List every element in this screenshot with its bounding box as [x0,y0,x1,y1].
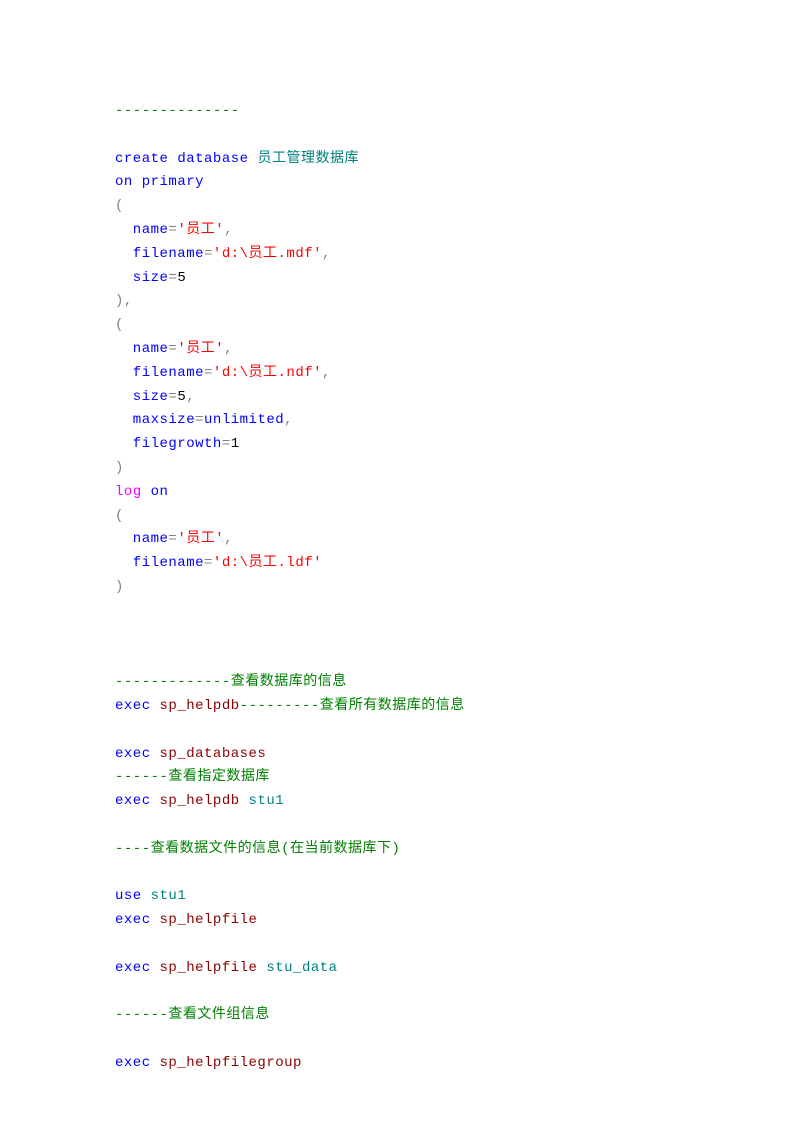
exec-databases-line: exec sp_databases [115,743,685,767]
use-stu1-line: use stu1 [115,885,685,909]
exec-helpfile-studata-line: exec sp_helpfile stu_data [115,957,685,981]
comment-dashes: -------------- [115,100,685,124]
paren-close-2: ) [115,457,685,481]
paren-open-3: ( [115,505,685,529]
filename-line-3: filename='d:\员工.ldf' [115,552,685,576]
paren-close-3: ) [115,576,685,600]
blank-line [115,814,685,838]
name-line-2: name='员工', [115,338,685,362]
filename-line-2: filename='d:\员工.ndf', [115,362,685,386]
on-primary-line: on primary [115,171,685,195]
exec-helpfile-line: exec sp_helpfile [115,909,685,933]
name-line-3: name='员工', [115,528,685,552]
size-line-2: size=5, [115,386,685,410]
blank-line [115,719,685,743]
code-page: -------------- create database 员工管理数据库 o… [0,0,800,1132]
filegrowth-line: filegrowth=1 [115,433,685,457]
comment-specified-db: ------查看指定数据库 [115,766,685,790]
comment-filegroup: ------查看文件组信息 [115,1004,685,1028]
paren-open-2: ( [115,314,685,338]
log-on-line: log on [115,481,685,505]
blank-line [115,124,685,148]
exec-helpdb-line: exec sp_helpdb---------查看所有数据库的信息 [115,695,685,719]
blank-line [115,933,685,957]
blank-line [115,600,685,624]
comment-view-db: -------------查看数据库的信息 [115,671,685,695]
create-database-line: create database 员工管理数据库 [115,148,685,172]
blank-line [115,862,685,886]
blank-line [115,980,685,1004]
size-line-1: size=5 [115,267,685,291]
paren-open: ( [115,195,685,219]
maxsize-line: maxsize=unlimited, [115,409,685,433]
exec-helpfilegroup-line: exec sp_helpfilegroup [115,1052,685,1076]
exec-helpdb-stu1-line: exec sp_helpdb stu1 [115,790,685,814]
paren-close-comma: ), [115,290,685,314]
filename-line-1: filename='d:\员工.mdf', [115,243,685,267]
comment-datafile-info: ----查看数据文件的信息(在当前数据库下) [115,838,685,862]
blank-line [115,624,685,648]
blank-line [115,1028,685,1052]
blank-line [115,647,685,671]
name-line-1: name='员工', [115,219,685,243]
